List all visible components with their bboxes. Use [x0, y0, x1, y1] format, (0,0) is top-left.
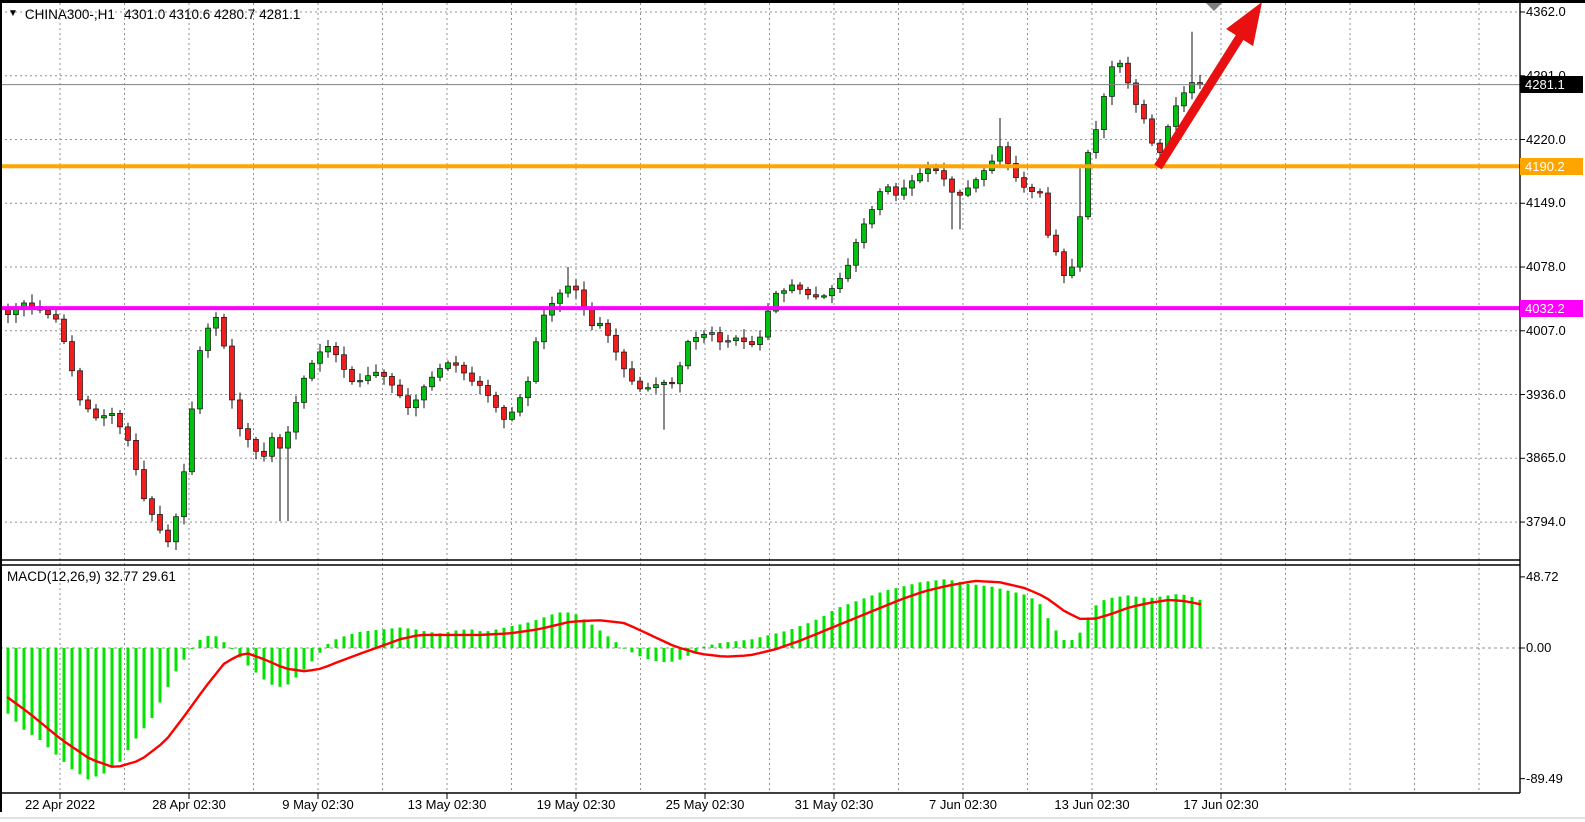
macd-axis-tick-label: -89.49 — [1526, 771, 1563, 787]
price-axis-tick-label: 4149.0 — [1526, 195, 1566, 211]
pane-resize-divider[interactable] — [0, 559, 1520, 566]
candlestick-pane[interactable] — [0, 3, 1520, 559]
macd-axis-tick-label: 48.72 — [1526, 569, 1559, 585]
time-axis-tick-label: 28 Apr 02:30 — [152, 797, 226, 812]
price-axis-tick-label: 4220.0 — [1526, 132, 1566, 148]
resistance-level-badge: 4190.2 — [1520, 158, 1583, 175]
time-axis-tick-label: 19 May 02:30 — [537, 797, 616, 812]
trading-chart-window: ▼ CHINA300-,H1 4301.0 4310.6 4280.7 4281… — [0, 0, 1585, 822]
price-axis-tick-label: 3865.0 — [1526, 450, 1566, 466]
bid-price-badge: 4281.1 — [1520, 76, 1583, 93]
support-level-badge: 4032.2 — [1520, 300, 1583, 317]
time-axis-tick-label: 13 Jun 02:30 — [1054, 797, 1129, 812]
time-axis-tick-label: 22 Apr 2022 — [25, 797, 95, 812]
time-axis-tick-label: 25 May 02:30 — [666, 797, 745, 812]
price-axis-tick-label: 3936.0 — [1526, 387, 1566, 403]
time-axis-tick-label: 9 May 02:30 — [282, 797, 354, 812]
price-axis-tick-label: 4078.0 — [1526, 259, 1566, 275]
time-axis[interactable] — [0, 793, 1585, 822]
time-axis-tick-label: 17 Jun 02:30 — [1183, 797, 1258, 812]
price-axis-tick-label: 4362.0 — [1526, 4, 1566, 20]
macd-axis-tick-label: 0.00 — [1526, 640, 1551, 656]
macd-pane[interactable] — [0, 566, 1520, 793]
time-axis-tick-label: 7 Jun 02:30 — [929, 797, 997, 812]
price-axis-tick-label: 3794.0 — [1526, 514, 1566, 530]
price-axis-tick-label: 4007.0 — [1526, 323, 1566, 339]
time-axis-tick-label: 13 May 02:30 — [408, 797, 487, 812]
time-axis-tick-label: 31 May 02:30 — [795, 797, 874, 812]
